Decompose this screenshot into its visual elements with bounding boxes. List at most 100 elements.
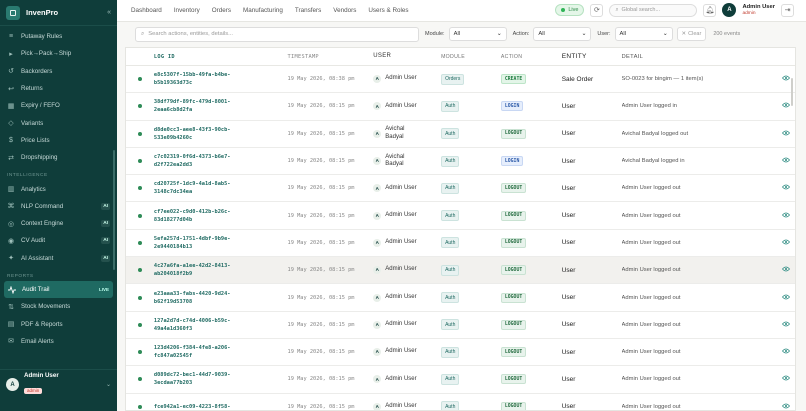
view-details-button[interactable] — [776, 348, 795, 356]
view-details-button[interactable] — [776, 375, 795, 383]
log-id-cell[interactable]: 38df79df-89fc-479d-8001- 2eaa6cb8d2fa — [154, 98, 288, 114]
refresh-button[interactable]: ⟳ — [590, 3, 604, 17]
logout-button[interactable]: ⇥ — [781, 3, 794, 17]
action-cell: LOGOUT — [500, 347, 562, 358]
sidebar-item-audit-trail[interactable]: Audit Trail LIVE — [4, 280, 113, 299]
view-details-button[interactable] — [776, 266, 795, 274]
user-name: Admin User — [385, 212, 416, 220]
sidebar-item-dropshipping[interactable]: ⇄ Dropshipping — [0, 149, 117, 166]
chevron-down-icon[interactable]: ⌄ — [106, 381, 111, 388]
nav-link-inventory[interactable]: Inventory — [174, 7, 200, 14]
view-details-button[interactable] — [776, 184, 795, 192]
log-id-cell[interactable]: d089dc72-bec1-44d7-9039- 3ecdaa77b203 — [154, 371, 288, 387]
status-cell — [126, 240, 154, 245]
eye-icon — [781, 212, 790, 220]
sidebar-item-backorders[interactable]: ↺ Backorders — [0, 63, 117, 80]
user-name: Admin User — [385, 75, 416, 83]
collapse-sidebar-icon[interactable]: « — [107, 9, 111, 16]
table-row[interactable]: cd20725f-1dc9-4a1d-8ab5- 3148c7dc34ea 19 M… — [126, 175, 795, 203]
column-header-module[interactable]: MODULE — [441, 54, 501, 60]
sidebar-item-email-alerts[interactable]: ✉ Email Alerts — [0, 333, 117, 350]
column-header-log-id[interactable]: LOG ID — [154, 53, 288, 61]
topbar-actions: Live ⟳ ⌕ Global search... 🔔︎ A Admin Use… — [555, 3, 794, 17]
sidebar-item-price-lists[interactable]: $ Price Lists — [0, 132, 117, 149]
table-row[interactable]: 123d4206-f384-4fe8-a206- fc847a02545f 19 M… — [126, 339, 795, 367]
log-id-cell[interactable]: e8c5307f-15bb-49fa-b4be-b5b19363d73c — [154, 71, 288, 87]
user-cell: A Admin User — [373, 402, 441, 410]
sidebar-item-putaway-rules[interactable]: ≡ Putaway Rules — [0, 28, 117, 45]
table-scrollbar[interactable] — [791, 78, 793, 106]
log-id-cell[interactable]: cd20725f-1dc9-4a1d-8ab5- 3148c7dc34ea — [154, 180, 288, 196]
sidebar-item-nlp-command[interactable]: ⌘ NLP Command AI — [0, 198, 117, 215]
nav-link-users-roles[interactable]: Users & Roles — [368, 7, 408, 14]
log-id-cell[interactable]: 4c27a6fa-a1ee-42d2-8413- ab204018f2b9 — [154, 262, 288, 278]
table-row[interactable]: 127a2d7d-c74d-4006-b59c- 49a4a1d360f3 19 M… — [126, 312, 795, 339]
log-id-cell[interactable]: fce942a1-ec09-4223-8f58- — [154, 403, 288, 410]
view-details-button[interactable] — [776, 212, 795, 220]
view-details-button[interactable] — [776, 239, 795, 247]
nav-link-manufacturing[interactable]: Manufacturing — [243, 7, 283, 14]
log-id-cell[interactable]: 127a2d7d-c74d-4006-b59c- 49a4a1d360f3 — [154, 317, 288, 333]
sidebar-item-pdf-reports[interactable]: ▤ PDF & Reports — [0, 315, 117, 332]
table-row[interactable]: 5efa257d-1751-4dbf-9b9e- 2e9440184b13 19 M… — [126, 230, 795, 258]
clear-filters-button[interactable]: ✕ Clear — [676, 27, 707, 41]
column-header-user[interactable]: USER — [373, 53, 441, 61]
view-details-button[interactable] — [776, 403, 795, 410]
view-details-button[interactable] — [776, 157, 795, 165]
view-details-button[interactable] — [776, 321, 795, 329]
sidebar-item-cv-audit[interactable]: ◉ CV Audit AI — [0, 232, 117, 249]
nav-link-transfers[interactable]: Transfers — [295, 7, 321, 14]
avatar[interactable]: A — [722, 3, 737, 17]
notifications-button[interactable]: 🔔︎ — [703, 3, 717, 17]
log-id-cell[interactable]: d8de0cc3-aee8-43f3-90cb- 533e09b4260c — [154, 126, 288, 142]
column-header-entity[interactable]: ENTITY — [562, 53, 622, 60]
sidebar-item-ai-assistant[interactable]: ✦ AI Assistant AI — [0, 250, 117, 267]
sidebar-item-context-engine[interactable]: ◎ Context Engine AI — [0, 215, 117, 232]
avatar: A — [373, 293, 382, 302]
view-details-button[interactable] — [776, 294, 795, 302]
sidebar-user-card[interactable]: A Admin User admin ⌄ — [0, 369, 117, 399]
eye-icon — [781, 403, 790, 410]
table-row[interactable]: e8c5307f-15bb-49fa-b4be-b5b19363d73c 19 M… — [126, 66, 795, 94]
table-row[interactable]: d8de0cc3-aee8-43f3-90cb- 533e09b4260c 19 M… — [126, 121, 795, 148]
view-details-button[interactable] — [776, 130, 795, 138]
table-row[interactable]: c7c02319-0f6d-4373-b6e7- d2f722ea2dd3 19 M… — [126, 148, 795, 176]
module-filter-select[interactable]: All ⌄ — [448, 27, 507, 41]
table-row[interactable]: d089dc72-bec1-44d7-9039- 3ecdaa77b203 19 M… — [126, 366, 795, 394]
nav-link-orders[interactable]: Orders — [212, 7, 231, 14]
audit-search-input[interactable]: ⌕ Search actions, entities, details... — [135, 26, 419, 42]
column-header-timestamp[interactable]: TIMESTAMP — [288, 54, 374, 60]
sidebar-item-variants[interactable]: ◇ Variants — [0, 114, 117, 131]
table-row[interactable]: e23aaa33-fabs-4420-9d24- b62f19d53708 19 M… — [126, 284, 795, 312]
log-id-cell[interactable]: e23aaa33-fabs-4420-9d24- b62f19d53708 — [154, 290, 288, 306]
log-id-cell[interactable]: 123d4206-f384-4fe8-a206- fc847a02545f — [154, 344, 288, 360]
sidebar-item-expiry-fefo[interactable]: ▦ Expiry / FEFO — [0, 97, 117, 114]
log-id-cell[interactable]: c7c02319-0f6d-4373-b6e7- d2f722ea2dd3 — [154, 153, 288, 169]
log-id-cell[interactable]: cf7ee022-c9d0-412b-b26c- 83d18277d04b — [154, 208, 288, 224]
column-header-action[interactable]: ACTION — [501, 54, 562, 60]
global-search-input[interactable]: ⌕ Global search... — [609, 3, 698, 17]
table-row[interactable]: 4c27a6fa-a1ee-42d2-8413- ab204018f2b9 19 M… — [126, 257, 795, 285]
column-header-detail[interactable]: DETAIL — [622, 54, 777, 60]
detail-cell: SO-0023 for bingim — 1 item(s) — [621, 76, 704, 83]
table-row[interactable]: 38df79df-89fc-479d-8001- 2eaa6cb8d2fa 19 M… — [126, 93, 795, 121]
avatar: A — [373, 266, 382, 275]
nav-link-vendors[interactable]: Vendors — [333, 7, 356, 14]
sidebar-item-analytics[interactable]: ▥ Analytics — [0, 180, 117, 197]
log-id-cell[interactable]: 5efa257d-1751-4dbf-9b9e- 2e9440184b13 — [154, 235, 288, 251]
sidebar-item-returns[interactable]: ↩ Returns — [0, 80, 117, 97]
action-filter-select[interactable]: All ⌄ — [533, 27, 592, 41]
sidebar-item-stock-movements[interactable]: ⇅ Stock Movements — [0, 298, 117, 315]
user-filter-select[interactable]: All ⌄ — [614, 27, 673, 41]
status-cell — [126, 295, 154, 300]
sidebar-scrollbar[interactable] — [113, 150, 115, 270]
sidebar-item-pick-pack-ship[interactable]: ▸ Pick→Pack→Ship — [0, 45, 117, 62]
table-row[interactable]: cf7ee022-c9d0-412b-b26c- 83d18277d04b 19 M… — [126, 202, 795, 230]
nav-link-dashboard[interactable]: Dashboard — [131, 7, 162, 14]
action-badge: LOGOUT — [500, 210, 527, 221]
table-row[interactable]: fce942a1-ec09-4223-8f58- 19 May 2026, 08:… — [126, 394, 795, 410]
live-status-toggle[interactable]: Live — [555, 4, 585, 16]
action-badge: LOGOUT — [500, 374, 527, 385]
avatar: A — [373, 375, 382, 384]
topbar-user-info[interactable]: Admin User admin — [742, 4, 775, 17]
